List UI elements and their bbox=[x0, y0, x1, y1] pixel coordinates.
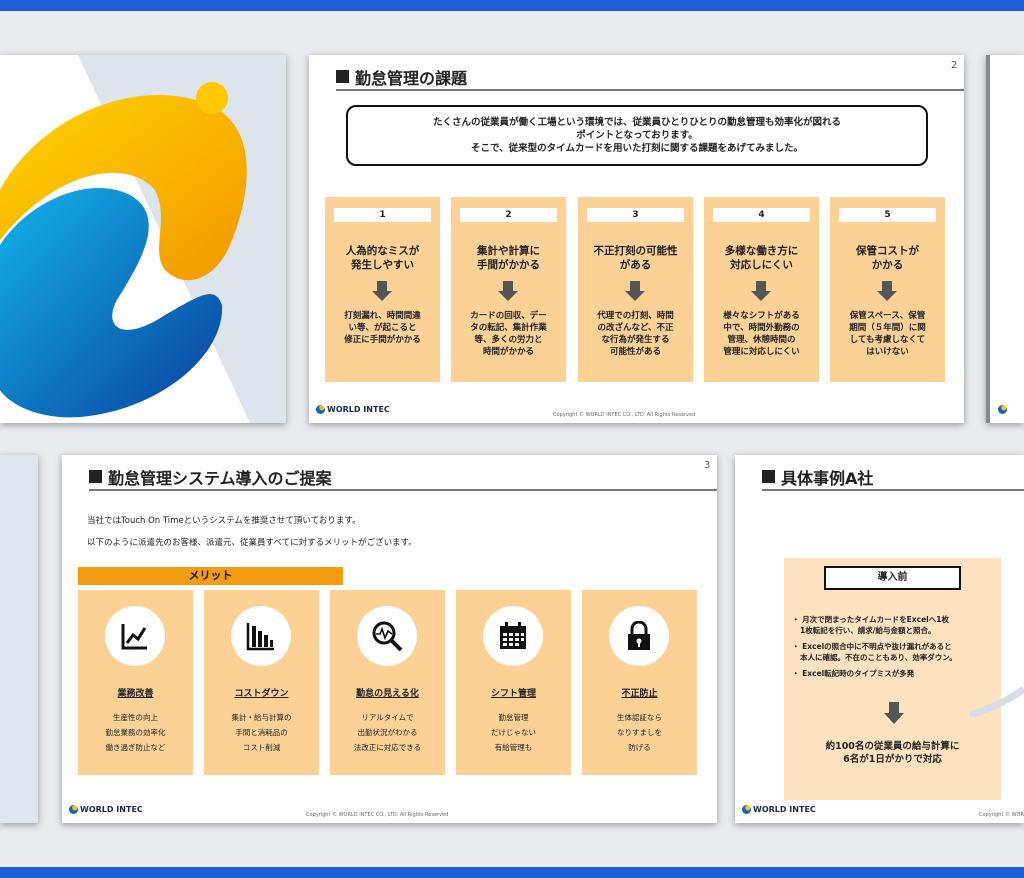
world-intec-logo-icon bbox=[69, 805, 78, 814]
calendar-icon bbox=[500, 622, 526, 649]
company-logo-graphic bbox=[0, 55, 286, 423]
bullet-item: ・ 月次で閉まったタイムカードをExcelへ1枚 1枚転記を行い、請求/給与金額と… bbox=[792, 615, 949, 635]
world-intec-logo-icon bbox=[742, 805, 751, 814]
intro-line: たくさんの従業員が働く工場という環境では、従業員ひとりひとりの勤怠管理も効率化が… bbox=[433, 117, 841, 128]
intro-text: 以下のように派遣先のお客様、派遣元、従業員すべてに対するメリットがございます。 bbox=[87, 538, 417, 548]
before-label: 導入前 bbox=[824, 566, 961, 590]
title-rule bbox=[336, 89, 964, 91]
merit-desc: 生体認証なら なりすましを 防げる bbox=[617, 713, 662, 752]
down-arrow-icon bbox=[877, 281, 897, 301]
slide-background-graphic bbox=[0, 455, 38, 823]
bar-chart-icon bbox=[246, 623, 274, 651]
merit-title: シフト管理 bbox=[490, 689, 536, 699]
issue-number: 4 bbox=[713, 208, 810, 222]
merit-card-2: コストダウン 集計・給与計算の 手間と消耗品の コスト削減 bbox=[204, 590, 319, 775]
slide-thumbnail-4-partial[interactable] bbox=[986, 55, 1024, 423]
intro-text: 当社ではTouch On Timeというシステムを推奨させて頂いております。 bbox=[87, 516, 361, 526]
chart-icon bbox=[121, 624, 147, 650]
title-square-icon bbox=[336, 70, 349, 83]
merit-card-5: 不正防止 生体認証なら なりすましを 防げる bbox=[582, 590, 697, 775]
slide-title: 勤怠管理システム導入のご提案 bbox=[108, 469, 332, 488]
issue-card-1: 1 人為的なミスが 発生しやすい 打刻漏れ、時間間違 い等、が起こると 修正に手間がか… bbox=[325, 197, 440, 382]
intro-line: そこで、従来型のタイムカードを用いた打刻に関する課題をあげてみました。 bbox=[471, 143, 803, 154]
issue-desc: 様々なシフトがある 中で、時間外勤務の 管理、休憩時間の 管理に対応しにくい bbox=[723, 311, 800, 357]
footer-logo: WORLD INTEC bbox=[742, 805, 816, 814]
merit-title: 業務改善 bbox=[117, 689, 154, 699]
magnifier-icon bbox=[372, 621, 403, 652]
slide-title: 勤怠管理の課題 bbox=[355, 69, 468, 88]
issue-number: 2 bbox=[460, 208, 557, 222]
bullet-item: ・ Excel転記時のタイプミスが多発 bbox=[792, 669, 915, 678]
slide-thumbnail-3[interactable]: 勤怠管理システム導入のご提案 3 当社ではTouch On Timeというシステ… bbox=[62, 455, 717, 823]
merit-desc: リアルタイムで 出勤状況がわかる 法改正に対応できる bbox=[353, 713, 422, 752]
merit-title: コストダウン bbox=[234, 689, 289, 699]
down-arrow-icon bbox=[751, 281, 771, 301]
world-intec-logo-icon bbox=[998, 405, 1007, 414]
down-arrow-icon bbox=[372, 281, 392, 301]
copyright: Copyright © WORLD INTEC CO., LTD. All Ri… bbox=[306, 812, 449, 818]
merit-card-3: 勤怠の見える化 リアルタイムで 出勤状況がわかる 法改正に対応できる bbox=[330, 590, 445, 775]
issue-desc: 代理での打刻、時間 の改ざんなど、不正 な行為が発生する 可能性がある bbox=[597, 311, 674, 357]
title-rule bbox=[762, 489, 1024, 491]
slide-thumbnail-4[interactable]: 具体事例A社 導入前 ・ 月次で閉まったタイムカードをExcelへ1枚 1枚転記を… bbox=[735, 455, 1024, 823]
footer-logo bbox=[998, 405, 1009, 414]
issue-title: 集計や計算に 手間がかかる bbox=[477, 245, 540, 271]
footer-logo: WORLD INTEC bbox=[69, 805, 143, 814]
issue-bullets: ・ 月次で閉まったタイムカードをExcelへ1枚 1枚転記を行い、請求/給与金額と… bbox=[792, 614, 1002, 684]
issue-number: 5 bbox=[839, 208, 936, 222]
issue-number: 1 bbox=[334, 208, 431, 222]
down-arrow-icon bbox=[498, 281, 518, 301]
issue-title: 保管コストが かかる bbox=[856, 245, 919, 271]
result-text: 約100名の従業員の給与計算に 6名が1日がかりで対応 bbox=[825, 741, 960, 765]
merit-header: メリット bbox=[78, 567, 343, 585]
merit-card-4: シフト管理 勤怠管理 だけじゃない 有給管理も bbox=[456, 590, 571, 775]
merit-desc: 集計・給与計算の 手間と消耗品の コスト削減 bbox=[231, 713, 292, 752]
title-rule bbox=[89, 489, 717, 491]
down-arrow-icon bbox=[884, 702, 904, 724]
issue-card-4: 4 多様な働き方に 対応しにくい 様々なシフトがある 中で、時間外勤務の 管理、休憩時… bbox=[704, 197, 819, 382]
issue-card-2: 2 集計や計算に 手間がかかる カードの回収、デー タの転記、集計作業 等、多くの労力… bbox=[451, 197, 566, 382]
slide-edge bbox=[986, 55, 990, 423]
world-intec-logo-icon bbox=[316, 405, 325, 414]
issue-desc: カードの回収、デー タの転記、集計作業 等、多くの労力と 時間がかかる bbox=[470, 311, 547, 357]
page-number: 2 bbox=[951, 60, 958, 71]
slide-thumbnail-2[interactable]: 勤怠管理の課題 2 たくさんの従業員が働く工場という環境では、従業員ひとりひとり… bbox=[309, 55, 964, 423]
down-arrow-icon bbox=[625, 281, 645, 301]
top-accent-bar bbox=[0, 0, 1024, 11]
bullet-item: ・ Excelの照合中に不明点や抜け漏れがあると 本人に確認。不在のこともあり、効… bbox=[792, 642, 957, 662]
merit-card-1: 業務改善 生産性の向上 勤怠業務の効率化 働き過ぎ防止など bbox=[78, 590, 193, 775]
copyright: Copyright © WORLD INTEC CO., LTD. All Ri… bbox=[979, 812, 1024, 818]
bottom-accent-bar bbox=[0, 867, 1024, 878]
issue-title: 不正打刻の可能性 がある bbox=[593, 245, 678, 271]
before-panel: 導入前 ・ 月次で閉まったタイムカードをExcelへ1枚 1枚転記を行い、請求/給… bbox=[784, 558, 1001, 800]
merit-title: 勤怠の見える化 bbox=[356, 689, 419, 699]
merit-desc: 生産性の向上 勤怠業務の効率化 働き過ぎ防止など bbox=[105, 713, 166, 752]
issue-title: 多様な働き方に 対応しにくい bbox=[724, 245, 799, 271]
issue-number: 3 bbox=[587, 208, 684, 222]
title-square-icon bbox=[762, 470, 775, 483]
intro-line: ポイントとなっております。 bbox=[576, 130, 698, 141]
issue-title: 人為的なミスが 発生しやすい bbox=[345, 245, 420, 271]
issue-card-5: 5 保管コストが かかる 保管スペース、保管 期間（５年間）に関 しても考慮しなくては… bbox=[830, 197, 945, 382]
issue-desc: 保管スペース、保管 期間（５年間）に関 しても考慮しなくて はいけない bbox=[849, 311, 926, 357]
page-number: 3 bbox=[704, 460, 711, 471]
arrow-decoration bbox=[970, 687, 1024, 717]
copyright: Copyright © WORLD INTEC CO., LTD. All Ri… bbox=[553, 412, 696, 418]
issue-desc: 打刻漏れ、時間間違 い等、が起こると 修正に手間がかかる bbox=[344, 311, 421, 345]
slide-thumbnail-partial-left[interactable] bbox=[0, 455, 38, 823]
intro-callout: たくさんの従業員が働く工場という環境では、従業員ひとりひとりの勤怠管理も効率化が… bbox=[346, 105, 928, 166]
slide-thumbnail-1[interactable] bbox=[0, 55, 286, 423]
merit-title: 不正防止 bbox=[621, 689, 658, 699]
issue-card-3: 3 不正打刻の可能性 がある 代理での打刻、時間 の改ざんなど、不正 な行為が発生する… bbox=[578, 197, 693, 382]
title-square-icon bbox=[89, 470, 102, 483]
footer-logo: WORLD INTEC bbox=[316, 405, 390, 414]
lock-icon bbox=[628, 621, 650, 650]
merit-desc: 勤怠管理 だけじゃない 有給管理も bbox=[491, 713, 536, 752]
slide-title: 具体事例A社 bbox=[781, 469, 874, 488]
